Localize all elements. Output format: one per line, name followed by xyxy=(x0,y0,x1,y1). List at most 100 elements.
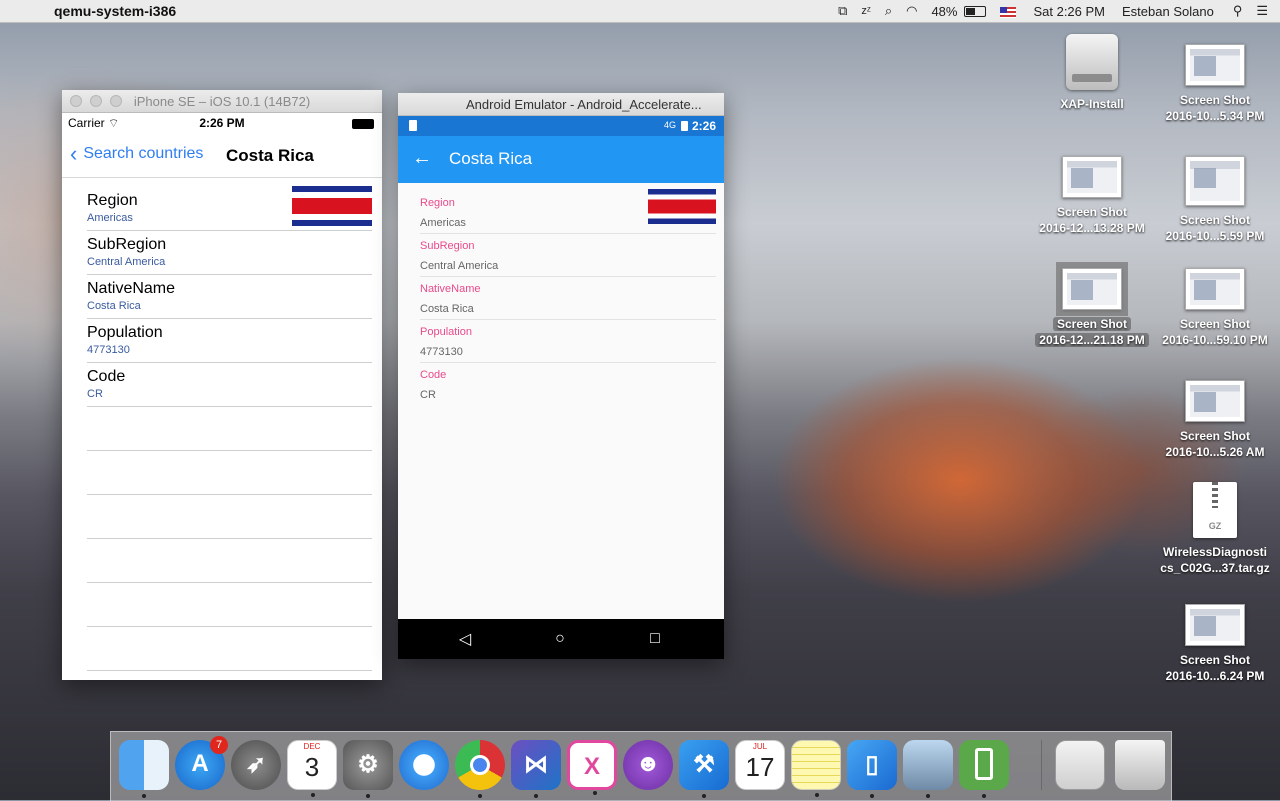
dock: A7 ➶ DEC 3 ⚙ ⋈ X ☻ ⚒ JUL 17 ▯ xyxy=(110,731,1172,801)
menu-user-name[interactable]: Esteban Solano xyxy=(1122,4,1214,19)
empty-row xyxy=(87,450,372,495)
github-desktop-icon[interactable]: ☻ xyxy=(623,740,673,790)
binoculars-icon[interactable]: ⌕ xyxy=(885,3,892,19)
desktop-icon-label: Screen Shot xyxy=(1179,429,1251,443)
desktop-icon-screenshot[interactable]: Screen Shot 2016-10...59.10 PM xyxy=(1155,268,1275,348)
notes-icon[interactable] xyxy=(791,740,841,797)
detail-row-code[interactable]: Code CR xyxy=(420,363,716,405)
app-store-badge: 7 xyxy=(210,736,228,754)
system-preferences-icon[interactable]: ⚙ xyxy=(343,740,393,798)
calendar-icon[interactable]: JUL 17 xyxy=(735,740,785,790)
back-button-label: Search countries xyxy=(83,145,204,162)
row-value: Costa Rica xyxy=(420,303,474,315)
desktop-icon-archive[interactable]: GZ WirelessDiagnosti cs_C02G...37.tar.gz xyxy=(1155,482,1275,576)
row-value: Central America xyxy=(420,260,499,272)
xcode-icon[interactable]: ⚒ xyxy=(679,740,729,798)
menu-app-name[interactable]: qemu-system-i386 xyxy=(54,3,176,19)
empty-row xyxy=(87,538,372,583)
simulator-icon[interactable]: ▯ xyxy=(847,740,897,798)
ios-status-time: 2:26 PM xyxy=(199,116,245,130)
desktop-icon-screenshot[interactable]: Screen Shot 2016-10...5.59 PM xyxy=(1155,156,1275,244)
screenshot-thumbnail-icon xyxy=(1185,156,1245,206)
back-button[interactable]: ‹ Search countries xyxy=(70,143,204,165)
screenshot-thumbnail-icon xyxy=(1185,268,1245,310)
android-window-titlebar: Android Emulator - Android_Accelerate... xyxy=(398,93,724,116)
stack-folder-icon[interactable] xyxy=(1055,740,1105,790)
desktop-icon-screenshot[interactable]: Screen Shot 2016-12...13.28 PM xyxy=(1032,156,1152,236)
ios-simulator-window: iPhone SE – iOS 10.1 (14B72) Carrier ⌔ 2… xyxy=(62,90,382,680)
trash-icon[interactable] xyxy=(1115,740,1165,790)
detail-row-region[interactable]: Region Americas xyxy=(87,186,372,231)
android-window-title: Android Emulator - Android_Accelerate... xyxy=(466,97,702,112)
android-navigation-bar: ◁ ○ □ xyxy=(398,619,724,659)
empty-row xyxy=(87,626,372,671)
detail-row-code[interactable]: Code CR xyxy=(87,362,372,407)
launchpad-icon[interactable]: ➶ xyxy=(231,740,281,790)
calendar-icon[interactable]: DEC 3 xyxy=(287,740,337,797)
detail-row-nativename[interactable]: NativeName Costa Rica xyxy=(87,274,372,319)
detail-row-population[interactable]: Population 4773130 xyxy=(420,320,716,363)
spotlight-search-icon[interactable]: ⚲ xyxy=(1233,3,1243,19)
sleep-icon[interactable]: zᶻ xyxy=(861,5,870,17)
row-value: CR xyxy=(420,389,436,401)
row-label: Population xyxy=(420,326,472,338)
row-value: Costa Rica xyxy=(87,300,141,312)
row-value: 4773130 xyxy=(420,346,463,358)
menu-bar: qemu-system-i386 ⧉ zᶻ ⌕ ◠ 48% Sat 2:26 P… xyxy=(0,0,1280,23)
page-title: Costa Rica xyxy=(226,146,314,165)
desktop-icon-screenshot[interactable]: Screen Shot 2016-10...5.26 AM xyxy=(1155,380,1275,460)
desktop-icon-screenshot[interactable]: Screen Shot 2016-10...6.24 PM xyxy=(1155,604,1275,684)
desktop-icon-screenshot-selected[interactable]: Screen Shot 2016-12...21.18 PM xyxy=(1032,262,1152,348)
gz-file-badge: GZ xyxy=(1208,521,1222,531)
preview-icon[interactable] xyxy=(903,740,953,798)
empty-row xyxy=(87,582,372,627)
hard-drive-icon xyxy=(1066,34,1118,90)
sd-card-icon xyxy=(409,120,417,131)
detail-row-population[interactable]: Population 4773130 xyxy=(87,318,372,363)
notification-center-icon[interactable]: ☰ xyxy=(1256,3,1268,19)
app-store-icon[interactable]: A7 xyxy=(175,736,228,790)
screen-share-icon[interactable]: ⧉ xyxy=(838,3,847,19)
visual-studio-icon[interactable]: ⋈ xyxy=(511,740,561,798)
android-emulator-window: Android Emulator - Android_Accelerate...… xyxy=(398,93,724,659)
desktop-icon-sublabel: 2016-10...5.34 PM xyxy=(1165,109,1265,123)
input-source-flag-icon[interactable] xyxy=(1000,6,1017,18)
calendar-day: 3 xyxy=(304,752,320,782)
xamarin-icon[interactable]: X xyxy=(567,740,617,795)
desktop-icon-label: Screen Shot xyxy=(1179,317,1251,331)
wifi-icon[interactable]: ◠ xyxy=(906,3,917,19)
detail-row-subregion[interactable]: SubRegion Central America xyxy=(87,230,372,275)
desktop-icon-screenshot[interactable]: Screen Shot 2016-10...5.34 PM xyxy=(1155,44,1275,124)
detail-row-nativename[interactable]: NativeName Costa Rica xyxy=(420,277,716,320)
row-value: 4773130 xyxy=(87,344,130,356)
ios-status-bar: Carrier ⌔ 2:26 PM xyxy=(62,113,382,133)
ios-window-title: iPhone SE – iOS 10.1 (14B72) xyxy=(133,94,311,109)
desktop-icon-label: Screen Shot xyxy=(1056,205,1128,219)
desktop-icon-xap-install[interactable]: XAP-Install xyxy=(1032,34,1152,112)
calendar-month: DEC xyxy=(303,742,321,751)
desktop-icon-label: Screen Shot xyxy=(1179,653,1251,667)
empty-row xyxy=(87,406,372,451)
back-arrow-icon[interactable]: ← xyxy=(412,147,432,170)
chrome-icon[interactable] xyxy=(455,740,505,798)
battery-icon[interactable] xyxy=(964,5,987,17)
menu-clock[interactable]: Sat 2:26 PM xyxy=(1033,4,1105,19)
menu-bar-extras: ⧉ zᶻ ⌕ ◠ 48% Sat 2:26 PM Esteban Solano … xyxy=(831,0,1280,22)
battery-percent[interactable]: 48% xyxy=(931,4,957,19)
android-toolbar: ← Costa Rica xyxy=(398,136,724,183)
finder-icon[interactable] xyxy=(119,740,169,798)
home-nav-icon[interactable]: ○ xyxy=(540,619,580,659)
recents-nav-icon[interactable]: □ xyxy=(635,619,675,659)
detail-row-subregion[interactable]: SubRegion Central America xyxy=(420,234,716,277)
row-label: NativeName xyxy=(87,280,176,297)
row-label: Population xyxy=(87,324,163,341)
row-label: Code xyxy=(87,368,126,385)
safari-icon[interactable] xyxy=(399,740,449,790)
desktop-icon-sublabel: 2016-12...21.18 PM xyxy=(1035,333,1149,347)
detail-row-region[interactable]: Region Americas xyxy=(420,191,716,234)
desktop-icon-sublabel: 2016-12...13.28 PM xyxy=(1039,221,1145,235)
android-device-icon[interactable] xyxy=(959,740,1009,798)
gz-archive-icon: GZ xyxy=(1193,482,1237,538)
back-nav-icon[interactable]: ◁ xyxy=(445,619,485,659)
row-label: NativeName xyxy=(420,283,481,295)
